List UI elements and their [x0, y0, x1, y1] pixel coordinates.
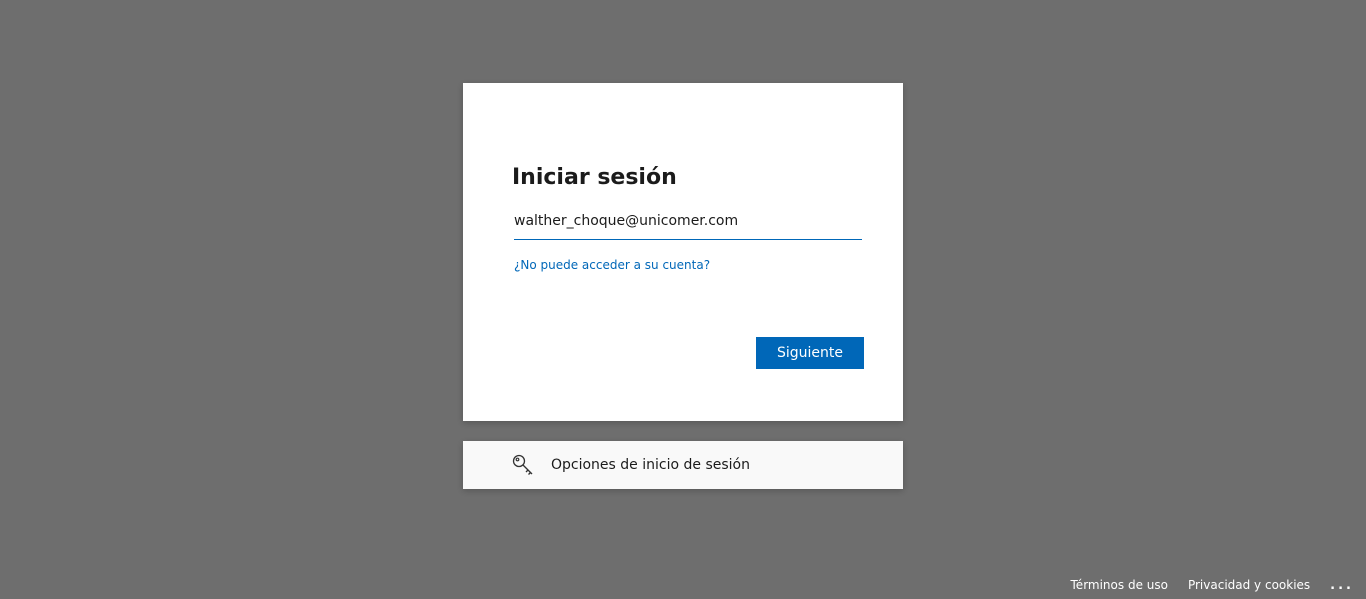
- more-options-icon[interactable]: ...: [1330, 578, 1354, 593]
- page-background: Iniciar sesión ¿No puede acceder a su cu…: [0, 0, 1366, 599]
- key-icon: [512, 454, 533, 475]
- login-card: Iniciar sesión ¿No puede acceder a su cu…: [463, 83, 903, 421]
- page-title: Iniciar sesión: [512, 165, 677, 190]
- sign-in-options-label: Opciones de inicio de sesión: [551, 457, 750, 473]
- cant-access-account-link[interactable]: ¿No puede acceder a su cuenta?: [514, 257, 710, 273]
- email-field-container: [514, 207, 862, 240]
- terms-of-use-link[interactable]: Términos de uso: [1071, 578, 1168, 592]
- next-button[interactable]: Siguiente: [756, 337, 864, 369]
- sign-in-options-button[interactable]: Opciones de inicio de sesión: [463, 441, 903, 489]
- footer: Términos de uso Privacidad y cookies ...: [1071, 577, 1354, 593]
- privacy-cookies-link[interactable]: Privacidad y cookies: [1188, 578, 1310, 592]
- email-field[interactable]: [514, 207, 862, 235]
